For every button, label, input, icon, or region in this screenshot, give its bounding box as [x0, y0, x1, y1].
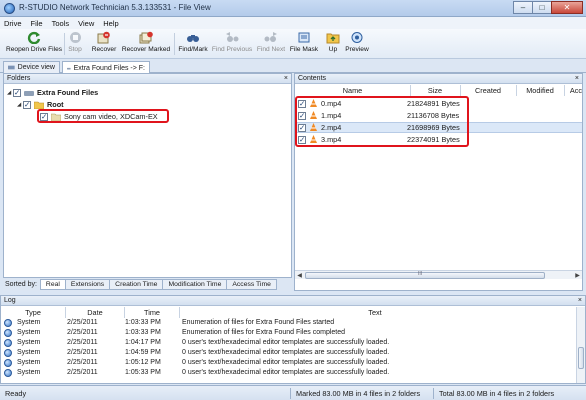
recover-marked-icon: [139, 31, 153, 44]
status-bar: Ready Marked 83.00 MB in 4 files in 2 fo…: [0, 385, 586, 400]
up-button[interactable]: Up: [325, 31, 341, 58]
status-divider: [433, 388, 434, 399]
scroll-thumb[interactable]: [578, 347, 584, 369]
log-column-time[interactable]: Time: [125, 307, 179, 318]
column-header-created[interactable]: Created: [461, 85, 515, 96]
contents-panel-title: Contents: [298, 75, 327, 82]
sort-bar: Sorted by: Real Extensions Creation Time…: [3, 278, 292, 291]
menu-file[interactable]: File: [31, 19, 43, 28]
menu-drive[interactable]: Drive: [4, 19, 22, 28]
tree-item-extra-found-files[interactable]: ◢ Extra Found Files: [7, 87, 98, 98]
sort-tab-access-time[interactable]: Access Time: [226, 279, 277, 290]
maximize-button[interactable]: □: [532, 1, 552, 14]
stop-icon: [68, 31, 82, 44]
highlight-box-folder: [37, 109, 169, 123]
status-divider: [290, 388, 291, 399]
sort-tab-modification-time[interactable]: Modification Time: [162, 279, 228, 290]
find-mark-button[interactable]: Find/Mark: [177, 31, 209, 58]
app-icon: [4, 3, 15, 14]
sort-label: Sorted by:: [5, 281, 37, 288]
contents-horizontal-scrollbar[interactable]: ◀ III ▶: [295, 270, 582, 279]
file-mask-icon: [297, 31, 311, 44]
drive-icon: [67, 67, 71, 70]
refresh-icon: [27, 31, 41, 44]
find-previous-icon: [225, 31, 239, 44]
info-icon: [4, 349, 12, 357]
status-total: Total 83.00 MB in 4 files in 2 folders: [439, 389, 555, 398]
menu-bar: Drive File Tools View Help: [0, 17, 586, 29]
preview-icon: [350, 31, 364, 44]
info-icon: [4, 339, 12, 347]
scroll-left-icon[interactable]: ◀: [295, 271, 304, 279]
log-column-date[interactable]: Date: [66, 307, 124, 318]
minimize-button[interactable]: –: [513, 1, 533, 14]
column-header-modified[interactable]: Modified: [517, 85, 563, 96]
sort-tab-real[interactable]: Real: [39, 279, 66, 290]
sort-tab-creation-time[interactable]: Creation Time: [109, 279, 164, 290]
column-header-name[interactable]: Name: [295, 85, 410, 96]
info-icon: [4, 329, 12, 337]
window-title: R-STUDIO Network Technician 5.3.133531 -…: [19, 3, 211, 12]
folder-icon: [34, 101, 44, 109]
folders-close-icon[interactable]: ×: [284, 74, 288, 84]
tree-checkbox[interactable]: [23, 100, 31, 109]
window-controls: – □ ✕: [513, 1, 583, 15]
log-column-type[interactable]: Type: [1, 307, 65, 318]
device-view-icon: [8, 65, 15, 70]
log-panel-title: Log: [4, 297, 16, 304]
toolbar-separator: [64, 33, 65, 55]
stop-button[interactable]: Stop: [66, 31, 84, 58]
toolbar: Reopen Drive Files Stop Recover Recover …: [0, 29, 586, 59]
log-row[interactable]: System 2/25/2011 1:05:33 PM 0 user's tex…: [1, 369, 576, 379]
highlight-box-files: [295, 96, 469, 147]
toolbar-separator: [174, 33, 175, 55]
folders-panel-title: Folders: [7, 75, 31, 82]
close-button[interactable]: ✕: [551, 1, 583, 14]
log-row[interactable]: System 2/25/2011 1:03:33 PM Enumeration …: [1, 329, 576, 339]
file-mask-button[interactable]: File Mask: [290, 31, 318, 58]
contents-panel: Contents × Name Size Created Modified Ac…: [294, 73, 583, 291]
drive-icon: [24, 90, 34, 96]
find-next-button[interactable]: Find Next: [256, 31, 286, 58]
info-icon: [4, 359, 12, 367]
info-icon: [4, 369, 12, 377]
scroll-thumb[interactable]: III: [305, 271, 545, 279]
status-marked: Marked 83.00 MB in 4 files in 2 folders: [296, 389, 421, 398]
column-header-size[interactable]: Size: [411, 85, 459, 96]
view-tabs: Device view Extra Found Files -> F:: [0, 59, 586, 74]
tab-device-view[interactable]: Device view: [3, 61, 60, 73]
log-row[interactable]: System 2/25/2011 1:04:59 PM 0 user's tex…: [1, 349, 576, 359]
log-row[interactable]: System 2/25/2011 1:05:12 PM 0 user's tex…: [1, 359, 576, 369]
folders-panel: Folders × ◢ Extra Found Files ◢ Root Son…: [3, 73, 292, 278]
log-row[interactable]: System 2/25/2011 1:04:17 PM 0 user's tex…: [1, 339, 576, 349]
preview-button[interactable]: Preview: [344, 31, 370, 58]
tree-checkbox[interactable]: [13, 88, 21, 97]
sort-tab-extensions[interactable]: Extensions: [64, 279, 111, 290]
status-ready: Ready: [5, 389, 27, 398]
find-previous-button[interactable]: Find Previous: [212, 31, 252, 58]
log-panel: Log × Type Date Time Text System 2/25/20…: [0, 295, 586, 384]
title-bar: R-STUDIO Network Technician 5.3.133531 -…: [0, 0, 586, 17]
recover-icon: [97, 31, 111, 44]
contents-close-icon[interactable]: ×: [575, 74, 579, 84]
info-icon: [4, 319, 12, 327]
menu-view[interactable]: View: [78, 19, 94, 28]
binoculars-icon: [186, 31, 200, 44]
log-close-icon[interactable]: ×: [578, 296, 582, 306]
menu-help[interactable]: Help: [103, 19, 118, 28]
scroll-right-icon[interactable]: ▶: [573, 271, 582, 279]
log-column-text[interactable]: Text: [180, 307, 570, 318]
reopen-drive-files-button[interactable]: Reopen Drive Files: [6, 31, 62, 58]
recover-button[interactable]: Recover: [90, 31, 118, 58]
folder-up-icon: [326, 31, 340, 44]
recover-marked-button[interactable]: Recover Marked: [121, 31, 171, 58]
column-header-accessed[interactable]: Acc: [565, 85, 582, 96]
find-next-icon: [264, 31, 278, 44]
log-row[interactable]: System 2/25/2011 1:03:33 PM Enumeration …: [1, 319, 576, 329]
menu-tools[interactable]: Tools: [52, 19, 70, 28]
log-vertical-scrollbar[interactable]: [576, 307, 585, 383]
